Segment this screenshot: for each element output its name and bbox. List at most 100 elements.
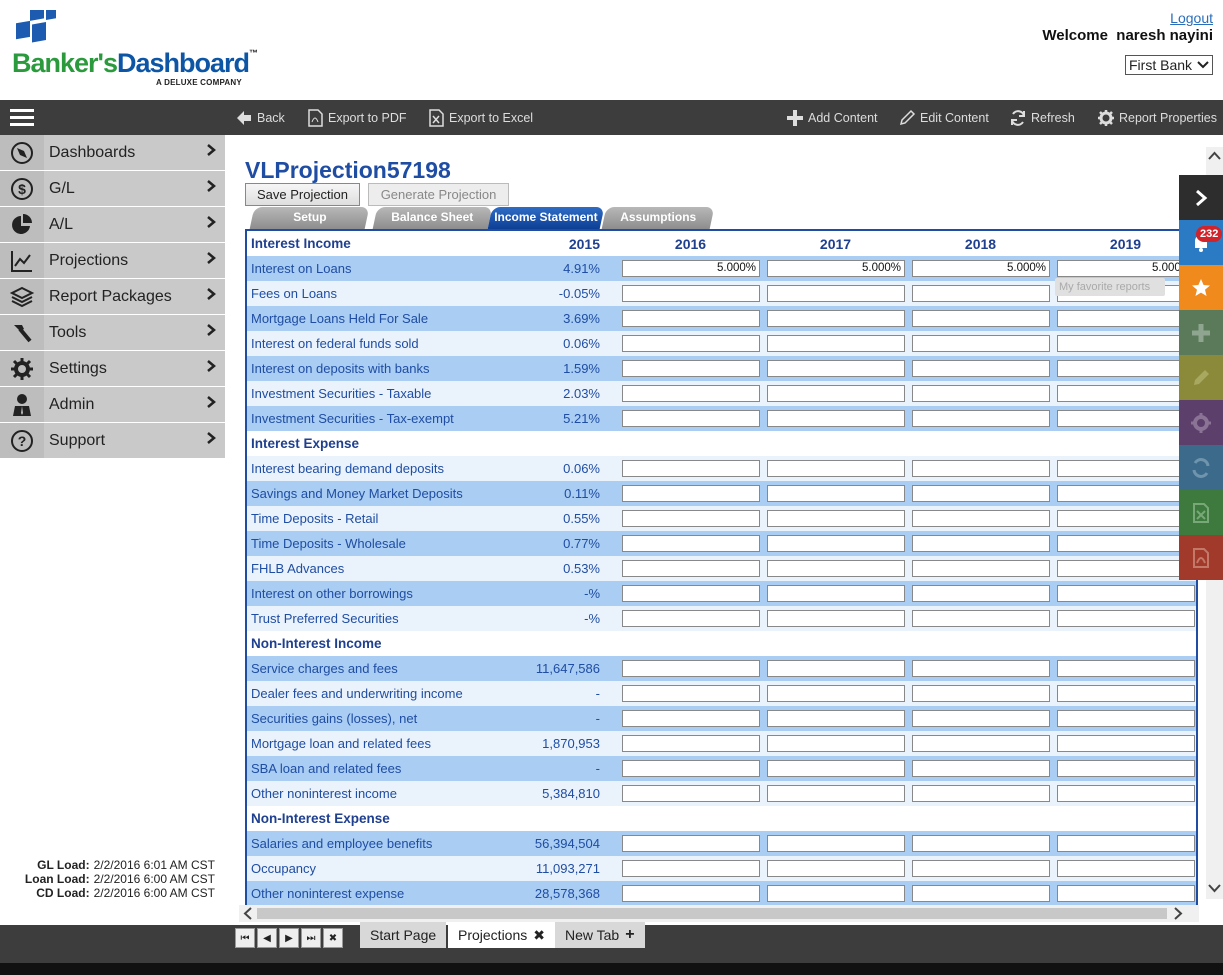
projection-input-2017[interactable]	[767, 710, 905, 727]
close-all-tabs-button[interactable]: ✖	[323, 928, 343, 948]
projection-input-2016[interactable]	[622, 660, 760, 677]
projection-input-2016[interactable]	[622, 560, 760, 577]
projection-input-2016[interactable]	[622, 310, 760, 327]
projection-input-2019[interactable]	[1057, 460, 1195, 477]
bank-select[interactable]: First Bank	[1125, 55, 1213, 75]
collapse-panel-button[interactable]	[1179, 175, 1223, 220]
projection-input-2018[interactable]	[912, 535, 1050, 552]
save-projection-button[interactable]: Save Projection	[245, 183, 360, 206]
projection-input-2016[interactable]	[622, 535, 760, 552]
projection-input-2018[interactable]	[912, 735, 1050, 752]
export-pdf-button[interactable]: Export to PDF	[306, 108, 407, 128]
projection-input-2017[interactable]	[767, 310, 905, 327]
projection-input-2017[interactable]	[767, 660, 905, 677]
report-properties-button[interactable]: Report Properties	[1097, 108, 1217, 128]
refresh-panel-button[interactable]	[1179, 445, 1223, 490]
projection-input-2016[interactable]	[622, 885, 760, 902]
projection-input-2017[interactable]	[767, 610, 905, 627]
logout-link[interactable]: Logout	[1170, 10, 1213, 26]
projection-input-2017[interactable]	[767, 785, 905, 802]
back-button[interactable]: Back	[235, 108, 285, 128]
bottom-tab-projections[interactable]: Projections ✖	[448, 922, 555, 948]
sidebar-item-admin[interactable]: Admin	[0, 387, 225, 423]
projection-input-2019[interactable]	[1057, 560, 1195, 577]
projection-input-2017[interactable]	[767, 560, 905, 577]
sidebar-item-dashboards[interactable]: Dashboards	[0, 135, 225, 171]
projection-input-2016[interactable]	[622, 335, 760, 352]
favorites-button[interactable]	[1179, 265, 1223, 310]
projection-input-2019[interactable]	[1057, 610, 1195, 627]
projection-input-2017[interactable]	[767, 360, 905, 377]
projection-input-2017[interactable]	[767, 585, 905, 602]
chevron-up-icon[interactable]	[1206, 149, 1223, 163]
projection-input-2017[interactable]	[767, 410, 905, 427]
add-content-button[interactable]: Add Content	[786, 108, 878, 128]
projection-input-2017[interactable]	[767, 335, 905, 352]
projection-input-2016[interactable]	[622, 760, 760, 777]
chevron-left-icon[interactable]	[241, 905, 255, 922]
projection-input-2016[interactable]	[622, 385, 760, 402]
pdf-panel-button[interactable]	[1179, 535, 1223, 580]
projection-input-2019[interactable]	[1057, 585, 1195, 602]
projection-input-2018[interactable]	[912, 585, 1050, 602]
projection-input-2018[interactable]	[912, 410, 1050, 427]
next-tab-button[interactable]: ▶	[279, 928, 299, 948]
excel-panel-button[interactable]	[1179, 490, 1223, 535]
last-tab-button[interactable]: ⏭	[301, 928, 321, 948]
projection-input-2018[interactable]	[912, 310, 1050, 327]
projection-input-2016[interactable]	[622, 585, 760, 602]
refresh-button[interactable]: Refresh	[1009, 108, 1075, 128]
projection-input-2018[interactable]	[912, 885, 1050, 902]
projection-input-2018[interactable]	[912, 610, 1050, 627]
projection-input-2018[interactable]	[912, 785, 1050, 802]
projection-input-2016[interactable]	[622, 285, 760, 302]
prev-tab-button[interactable]: ◀	[257, 928, 277, 948]
projection-input-2016[interactable]: 5.000%	[622, 260, 760, 277]
projection-input-2019[interactable]	[1057, 385, 1195, 402]
projection-input-2016[interactable]	[622, 360, 760, 377]
sidebar-item-a-l[interactable]: A/L	[0, 207, 225, 243]
projection-input-2017[interactable]	[767, 685, 905, 702]
tab-assumptions[interactable]: Assumptions	[601, 207, 715, 229]
projection-input-2017[interactable]	[767, 485, 905, 502]
chevron-down-icon[interactable]	[1206, 881, 1223, 895]
projection-input-2019[interactable]	[1057, 760, 1195, 777]
projection-input-2016[interactable]	[622, 485, 760, 502]
chevron-right-icon[interactable]	[1171, 905, 1185, 922]
projection-input-2016[interactable]	[622, 610, 760, 627]
bankers-dashboard-logo[interactable]: Banker'sDashboard™ A DELUXE COMPANY	[10, 10, 270, 92]
projection-input-2018[interactable]	[912, 360, 1050, 377]
projection-input-2019[interactable]	[1057, 785, 1195, 802]
generate-projection-button[interactable]: Generate Projection	[368, 183, 509, 206]
projection-input-2018[interactable]	[912, 510, 1050, 527]
projection-input-2018[interactable]	[912, 835, 1050, 852]
horizontal-scrollbar[interactable]	[239, 905, 1199, 922]
projection-input-2016[interactable]	[622, 710, 760, 727]
export-excel-button[interactable]: Export to Excel	[427, 108, 533, 128]
projection-input-2018[interactable]	[912, 685, 1050, 702]
projection-input-2018[interactable]	[912, 860, 1050, 877]
settings-panel-button[interactable]	[1179, 400, 1223, 445]
projection-input-2019[interactable]	[1057, 735, 1195, 752]
projection-input-2018[interactable]	[912, 660, 1050, 677]
sidebar-item-g-l[interactable]: $ G/L	[0, 171, 225, 207]
projection-input-2019[interactable]	[1057, 685, 1195, 702]
projection-input-2016[interactable]	[622, 510, 760, 527]
projection-input-2019[interactable]	[1057, 485, 1195, 502]
projection-input-2016[interactable]	[622, 860, 760, 877]
projection-input-2019[interactable]	[1057, 660, 1195, 677]
projection-input-2018[interactable]	[912, 760, 1050, 777]
projection-input-2018[interactable]	[912, 560, 1050, 577]
edit-content-button[interactable]: Edit Content	[898, 108, 989, 128]
projection-input-2019[interactable]: 5.000%	[1057, 260, 1195, 277]
bottom-tab-new-tab[interactable]: New Tab +	[555, 922, 645, 948]
projection-input-2018[interactable]: 5.000%	[912, 260, 1050, 277]
sidebar-item-support[interactable]: ? Support	[0, 423, 225, 459]
projection-input-2017[interactable]	[767, 510, 905, 527]
projection-input-2018[interactable]	[912, 485, 1050, 502]
projection-input-2019[interactable]	[1057, 885, 1195, 902]
projection-input-2017[interactable]	[767, 535, 905, 552]
projection-input-2016[interactable]	[622, 460, 760, 477]
projection-input-2019[interactable]	[1057, 360, 1195, 377]
projection-input-2019[interactable]	[1057, 710, 1195, 727]
